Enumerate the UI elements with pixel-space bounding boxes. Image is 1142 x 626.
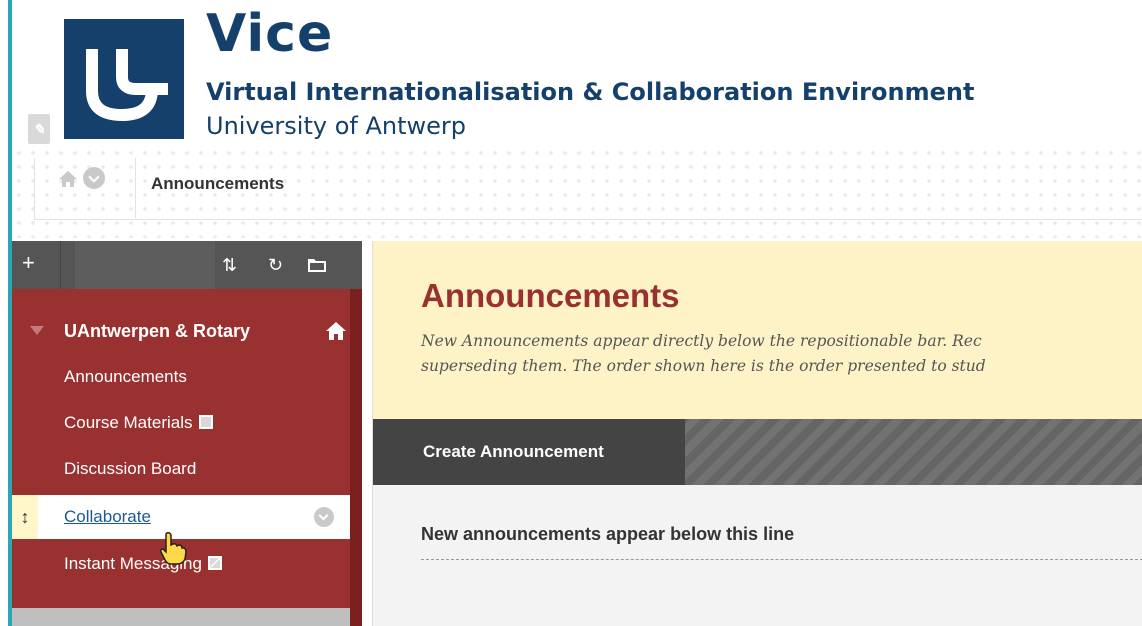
page-description: New Announcements appear directly below … (421, 329, 1142, 379)
vice-logo[interactable] (64, 19, 184, 139)
banner: Vice Virtual Internationalisation & Coll… (12, 0, 1142, 150)
vice-logo-mark (86, 49, 168, 122)
description-line-2: superseding them. The order shown here i… (421, 357, 986, 375)
breadcrumb: Announcements (34, 158, 1142, 220)
brand-title: Vice (206, 4, 334, 64)
hand-cursor-icon (160, 532, 187, 565)
course-menu-footer (12, 608, 350, 626)
refresh-icon[interactable]: ↻ (268, 251, 283, 279)
plus-icon[interactable]: + (22, 249, 35, 277)
page: Vice Virtual Internationalisation & Coll… (0, 0, 1142, 626)
course-menu-scrollbar[interactable] (350, 289, 362, 626)
sidebar-item-label: Announcements (64, 367, 187, 386)
action-bar: Create Announcement (373, 419, 1142, 485)
description-line-1: New Announcements appear directly below … (421, 332, 982, 350)
sidebar-item-course-materials[interactable]: Course Materials (12, 401, 350, 445)
sidebar-item-label[interactable]: Collaborate (64, 507, 151, 527)
sort-icon[interactable]: ⇅ (222, 251, 237, 279)
chevron-down-icon[interactable] (83, 167, 105, 189)
toolbar-spacer (75, 241, 215, 289)
course-title[interactable]: UAntwerpen & Rotary (12, 317, 350, 347)
page-header: Announcements New Announcements appear d… (373, 241, 1142, 419)
course-menu: + ⇅ ↻ UAntwerpen & Rotary Announcements … (12, 241, 362, 626)
edit-pencil-icon[interactable]: ✎ (28, 114, 50, 144)
sidebar-item-label: Discussion Board (64, 459, 197, 478)
folder-icon[interactable] (306, 255, 328, 275)
brand-subtitle: Virtual Internationalisation & Collabora… (206, 78, 975, 106)
breadcrumb-divider (135, 158, 136, 218)
sidebar-item-label: Course Materials (64, 413, 193, 432)
course-home-icon[interactable] (324, 319, 348, 343)
new-announcements-divider-label: New announcements appear below this line (421, 524, 795, 544)
university-name: University of Antwerp (206, 112, 466, 140)
create-announcement-button[interactable]: Create Announcement (373, 419, 685, 485)
item-options-chevron-icon[interactable] (314, 507, 334, 527)
hidden-content-icon (207, 556, 222, 570)
sidebar-item-announcements[interactable]: Announcements (12, 355, 350, 399)
main-content: Announcements New Announcements appear d… (372, 241, 1142, 626)
repositionable-bar[interactable] (421, 559, 1142, 560)
course-menu-toolbar: + ⇅ ↻ (12, 241, 362, 289)
drag-handle-icon[interactable]: ↕ (12, 495, 38, 539)
course-title-label: UAntwerpen & Rotary (64, 321, 251, 341)
page-title: Announcements (421, 277, 680, 314)
announcement-list: New announcements appear below this line (373, 485, 1142, 626)
breadcrumb-current[interactable]: Announcements (151, 174, 284, 194)
collapse-icon[interactable] (30, 326, 44, 335)
home-icon[interactable] (57, 168, 79, 190)
sidebar-item-discussion-board[interactable]: Discussion Board (12, 447, 350, 491)
hidden-content-icon (198, 415, 213, 429)
toolbar-divider (60, 241, 61, 289)
